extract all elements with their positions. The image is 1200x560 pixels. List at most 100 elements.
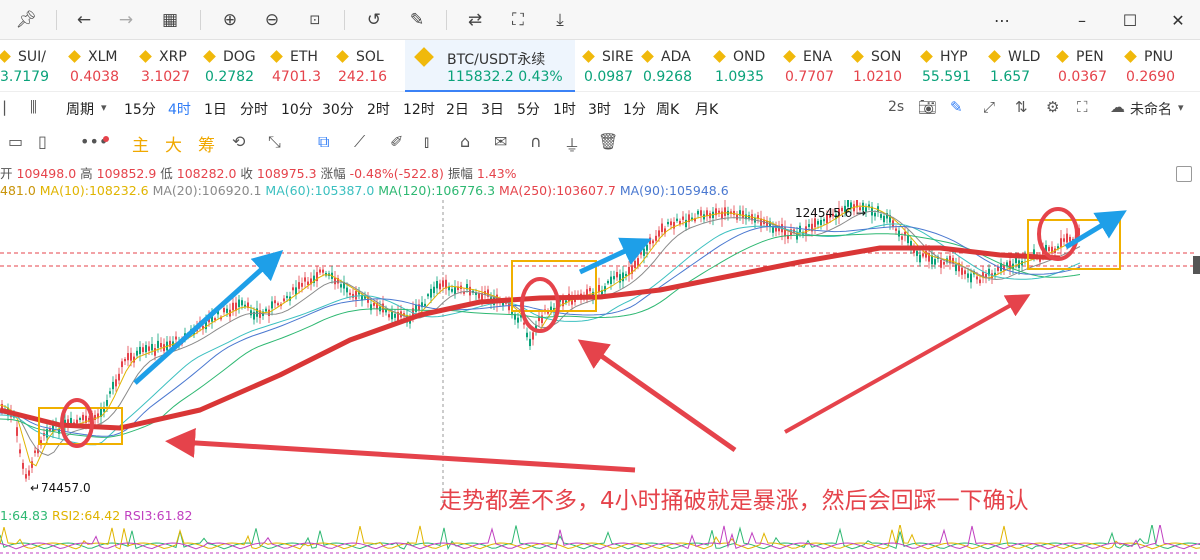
candle-body [1063, 238, 1065, 242]
ticker-symbol: ENA [803, 49, 832, 65]
separator [344, 10, 345, 30]
ticker-3[interactable]: DOG 0.2782 [203, 40, 273, 92]
interval-10[interactable]: 5分 [517, 99, 540, 119]
candles-icon[interactable]: ⫾ [424, 132, 429, 152]
draw-icon[interactable]: ✎ [950, 98, 963, 116]
ticker-price: 3.7179 [0, 69, 49, 85]
apps-icon[interactable]: ▦ [158, 8, 182, 32]
candle-body [427, 294, 429, 297]
screenshot-icon[interactable]: ⛶ [506, 8, 530, 32]
layout-name[interactable]: 未命名 [1130, 99, 1172, 119]
close-icon[interactable]: ✕ [1166, 8, 1190, 32]
candle-body [139, 346, 141, 355]
chart-type-icon[interactable]: | [2, 98, 7, 116]
zoom-in-icon[interactable]: ⊕ [218, 8, 242, 32]
ticker-6[interactable]: BTC/USDT永续 115832.2 0.43% [405, 40, 575, 92]
ticker-10[interactable]: ENA 0.7707 [783, 40, 853, 92]
interval-11[interactable]: 1时 [553, 99, 576, 119]
maximize-icon[interactable]: ☐ [1118, 8, 1142, 32]
clip-icon[interactable]: ⌂ [460, 132, 470, 151]
magnet-icon[interactable]: ∩ [530, 132, 542, 151]
ticker-0[interactable]: SUI/3.7179 [0, 40, 68, 92]
ticker-1[interactable]: XLM 0.4038 [68, 40, 138, 92]
period-label[interactable]: 周期 [66, 99, 94, 119]
interval-4[interactable]: 10分 [281, 99, 313, 119]
ticker-2[interactable]: XRP 3.1027 [139, 40, 209, 92]
trend-icon[interactable]: ⤡ [268, 132, 281, 152]
copy-icon[interactable]: ⧉ [318, 132, 329, 152]
ticker-12[interactable]: HYP 55.591 [920, 40, 990, 92]
ruler-icon[interactable]: ⟋ [354, 132, 365, 152]
interval-6[interactable]: 2时 [367, 99, 390, 119]
candle-body [943, 262, 945, 265]
interval-8[interactable]: 2日 [446, 99, 469, 119]
interval-1[interactable]: 4时 [168, 99, 191, 119]
cloud-icon[interactable]: ☁ [1110, 98, 1125, 116]
price-chart[interactable] [0, 200, 1200, 505]
candle-body [304, 277, 306, 282]
rectangle-icon[interactable]: ▭ [8, 132, 23, 151]
brush-icon[interactable]: ✐ [390, 132, 403, 151]
filter-icon[interactable]: ⏚ [564, 132, 580, 156]
zoom-out-icon[interactable]: ⊖ [260, 8, 284, 32]
expand-icon[interactable]: ⤢ [983, 98, 995, 116]
candle-body [301, 283, 303, 287]
candle-body [112, 381, 114, 390]
camera-icon[interactable]: 📷︎ [918, 98, 937, 116]
note-icon[interactable]: ✉ [494, 132, 507, 151]
interval-12[interactable]: 3时 [588, 99, 611, 119]
tool-main[interactable]: 主 [132, 131, 149, 156]
interval-14[interactable]: 周K [656, 99, 679, 119]
text-icon[interactable]: ▯ [38, 132, 47, 151]
candle-body [415, 304, 417, 312]
delete-icon[interactable]: 🗑︎ [598, 132, 618, 151]
back-icon[interactable]: ← [72, 8, 96, 32]
forward-icon[interactable]: → [114, 8, 138, 32]
ticker-14[interactable]: PEN 0.0367 [1056, 40, 1126, 92]
interval-13[interactable]: 1分 [623, 99, 646, 119]
ticker-13[interactable]: WLD 1.657 [988, 40, 1058, 92]
candle-body [640, 251, 642, 255]
tool-chips[interactable]: 筹 [198, 131, 215, 156]
interval-5[interactable]: 30分 [322, 99, 354, 119]
pin-icon[interactable]: 📌︎ [14, 8, 38, 32]
candle-icon[interactable]: ⫼ [30, 98, 37, 116]
settings-icon[interactable]: ⚙ [1046, 98, 1059, 116]
sync-icon[interactable]: ⟲ [232, 132, 245, 151]
candle-body [70, 417, 72, 424]
refresh-interval[interactable]: 2s [888, 99, 904, 115]
red-arrow-1 [165, 427, 636, 473]
candle-body [307, 281, 309, 286]
fullscreen-icon[interactable]: ⛶ [1077, 98, 1088, 116]
interval-3[interactable]: 分时 [240, 99, 268, 119]
candle-body [175, 336, 177, 340]
fit-icon[interactable]: ⊡ [303, 8, 327, 32]
ticker-11[interactable]: SON 1.0210 [851, 40, 921, 92]
save-icon[interactable]: ⤓ [548, 8, 572, 32]
tool-big[interactable]: 大 [165, 131, 182, 156]
interval-2[interactable]: 1日 [204, 99, 227, 119]
edit-icon[interactable]: ✎ [405, 8, 429, 32]
interval-15[interactable]: 月K [695, 99, 718, 119]
ticker-8[interactable]: ADA 0.9268 [641, 40, 711, 92]
rsi-line-2 [0, 525, 1200, 550]
minimize-icon[interactable]: – [1070, 8, 1094, 32]
rotate-icon[interactable]: ↺ [362, 8, 386, 32]
ticker-15[interactable]: PNU 0.2690 [1124, 40, 1194, 92]
translate-icon[interactable]: ⇄ [463, 8, 487, 32]
ticker-9[interactable]: OND 1.0935 [713, 40, 783, 92]
interval-9[interactable]: 3日 [481, 99, 504, 119]
candle-body [604, 286, 606, 292]
interval-0[interactable]: 15分 [124, 99, 156, 119]
chevron-down-icon[interactable]: ▾ [101, 101, 107, 114]
ticker-4[interactable]: ETH 4701.3 [270, 40, 340, 92]
ticker-7[interactable]: SIRE 0.0987 [582, 40, 652, 92]
more-icon[interactable]: ⋯ [990, 8, 1014, 32]
candle-body [115, 379, 117, 387]
compare-icon[interactable]: ⇅ [1015, 98, 1028, 116]
ma-legend: 481.0 MA(10):108232.6 MA(20):106920.1 MA… [0, 183, 729, 198]
chevron-down-icon[interactable]: ▾ [1178, 101, 1184, 114]
ticker-5[interactable]: SOL 242.16 [336, 40, 406, 92]
chart-fullscreen-icon[interactable] [1176, 166, 1192, 182]
interval-7[interactable]: 12时 [403, 99, 435, 119]
